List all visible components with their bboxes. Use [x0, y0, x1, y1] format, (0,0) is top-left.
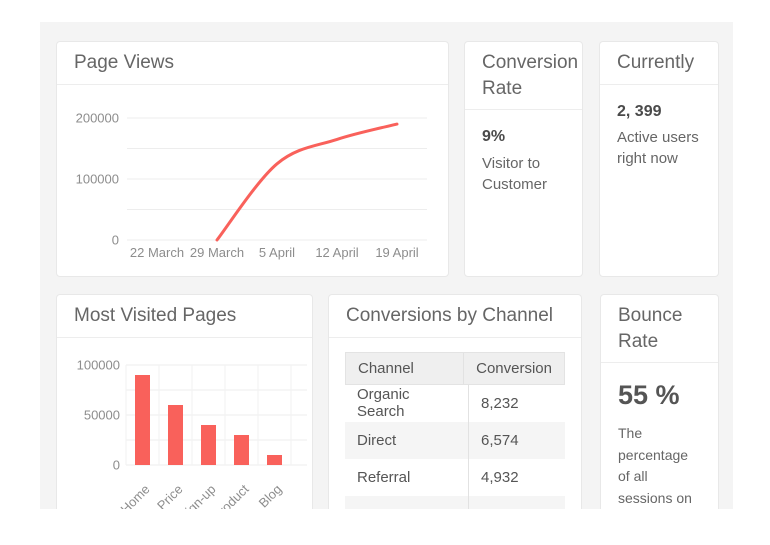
table-header-cell: Conversion — [464, 353, 564, 384]
y-axis-tick-label: 100000 — [77, 357, 120, 372]
conversion-cell: 8,232 — [469, 385, 565, 422]
page-views-series-line — [217, 124, 397, 240]
conversion-rate-panel: Conversion Rate 9% Visitor to Customer — [464, 41, 583, 277]
bar-home — [135, 375, 150, 465]
conversion-cell — [469, 496, 565, 509]
conversion-rate-description: Visitor to Customer — [482, 153, 565, 195]
page-views-panel: Page Views 0 100000 200000 22 March 29 March… — [56, 41, 449, 277]
x-axis-tick-label: Sign-up — [176, 481, 218, 509]
bounce-rate-panel: Bounce Rate 55 % The percentage of all s… — [600, 294, 719, 509]
x-axis-tick-label: 22 March — [130, 245, 184, 260]
conversions-table: ChannelConversionOrganic Search8,232Dire… — [345, 352, 565, 509]
page-views-title: Page Views — [57, 42, 448, 85]
most-visited-pages-panel: Most Visited Pages 0 50000 100000 HomePrice… — [56, 294, 313, 509]
x-axis-tick-label: 5 April — [259, 245, 295, 260]
table-row: Direct6,574 — [345, 422, 565, 459]
x-axis-tick-label: Home — [117, 481, 152, 509]
x-axis-tick-label: Product — [209, 481, 252, 509]
x-axis-tick-label: Blog — [256, 481, 285, 509]
bar-sign-up — [201, 425, 216, 465]
table-header-row: ChannelConversion — [345, 352, 565, 385]
most-visited-bar-chart: 0 50000 100000 HomePriceSign-upProductBlog — [57, 338, 312, 509]
y-axis-tick-label: 200000 — [76, 110, 119, 125]
y-axis-tick-label: 100000 — [76, 171, 119, 186]
channel-cell — [345, 496, 469, 509]
table-row-partial — [345, 496, 565, 509]
most-visited-pages-title: Most Visited Pages — [57, 295, 312, 338]
conversion-cell: 6,574 — [469, 422, 565, 459]
channel-cell: Referral — [345, 459, 469, 496]
channel-cell: Organic Search — [345, 385, 469, 422]
active-users-description: Active users right now — [617, 127, 701, 169]
bar-product — [234, 435, 249, 465]
x-axis-tick-label: Price — [154, 481, 186, 509]
bar-chart-grid — [126, 365, 307, 465]
table-row: Referral4,932 — [345, 459, 565, 496]
conversion-rate-value: 9% — [482, 126, 565, 148]
x-axis-tick-label: 29 March — [190, 245, 244, 260]
bounce-rate-title: Bounce Rate — [601, 295, 718, 363]
conversion-cell: 4,932 — [469, 459, 565, 496]
currently-title: Currently — [600, 42, 718, 85]
bounce-rate-description: The percentage of all sessions on your s… — [618, 423, 701, 509]
bar-price — [168, 405, 183, 465]
bar-blog — [267, 455, 282, 465]
table-header-cell: Channel — [346, 353, 464, 384]
x-axis-tick-label: 12 April — [315, 245, 358, 260]
conversions-by-channel-panel: Conversions by Channel ChannelConversion… — [328, 294, 582, 509]
y-axis-tick-label: 50000 — [84, 407, 120, 422]
y-axis-tick-label: 0 — [112, 232, 119, 247]
table-row: Organic Search8,232 — [345, 385, 565, 422]
active-users-value: 2, 399 — [617, 101, 701, 123]
page-views-line-chart: 0 100000 200000 22 March 29 March 5 April 12 A… — [57, 85, 448, 277]
y-axis-tick-label: 0 — [113, 457, 120, 472]
conversion-rate-title: Conversion Rate — [465, 42, 582, 110]
conversions-by-channel-title: Conversions by Channel — [329, 295, 581, 338]
x-axis-tick-label: 19 April — [375, 245, 418, 260]
line-chart-grid — [127, 118, 427, 240]
channel-cell: Direct — [345, 422, 469, 459]
currently-panel: Currently 2, 399 Active users right now — [599, 41, 719, 277]
analytics-dashboard: Page Views 0 100000 200000 22 March 29 March… — [40, 22, 733, 509]
bounce-rate-value: 55 % — [618, 377, 701, 415]
